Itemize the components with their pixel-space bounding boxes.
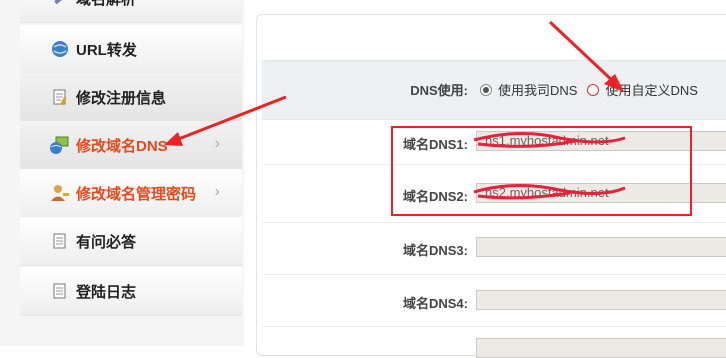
radio-custom-dns[interactable]: [587, 83, 600, 96]
radio-custom-dns-label[interactable]: 使用自定义DNS: [605, 80, 697, 99]
radio-system-dns-label[interactable]: 使用我司DNS: [498, 80, 577, 99]
dns3-input[interactable]: [476, 237, 726, 257]
row-divider: [262, 326, 726, 327]
row-divider: [262, 222, 726, 223]
sidebar-item-label: URL转发: [76, 41, 137, 59]
row-divider: [262, 164, 726, 165]
dns3-label: 域名DNS3:: [402, 243, 468, 258]
sidebar-item-label: 修改域名DNS: [76, 137, 168, 155]
document-edit-icon: [50, 87, 70, 107]
sidebar-item-label: 修改域名管理密码: [76, 185, 197, 203]
sidebar-item-faq[interactable]: 有问必答: [20, 217, 242, 266]
sidebar-item-label: 登陆日志: [76, 283, 137, 301]
sidebar-item-edit-registration[interactable]: 修改注册信息: [20, 73, 242, 122]
dns-mode-options: 使用我司DNS 使用自定义DNS: [480, 80, 698, 99]
row-divider: [262, 274, 726, 275]
sidebar: 域名解析 URL转发 修改注册信息 修改域名DNS › 修改域名管理密码 › 有…: [0, 0, 244, 346]
sidebar-item-label: 有问必答: [76, 233, 137, 251]
dns1-label: 域名DNS1:: [402, 137, 468, 152]
document-icon: [50, 281, 70, 301]
radio-system-dns[interactable]: [480, 83, 492, 96]
sidebar-item-label: 修改注册信息: [76, 89, 167, 107]
sidebar-item-label: 域名解析: [76, 0, 136, 9]
sidebar-item-url-forward[interactable]: URL转发: [20, 25, 242, 74]
dns2-label: 域名DNS2:: [402, 189, 468, 204]
dns1-input[interactable]: ns1.myhostadmin.net: [476, 131, 726, 151]
dns4-input[interactable]: [476, 290, 726, 310]
dns2-input[interactable]: ns2.myhostadmin.net: [476, 183, 726, 203]
sidebar-item-edit-password[interactable]: 修改域名管理密码 ›: [20, 169, 242, 218]
sidebar-item-login-log[interactable]: 登陆日志: [20, 267, 242, 316]
sidebar-item-dns-resolve[interactable]: 域名解析: [20, 0, 242, 23]
network-icon: [50, 135, 70, 155]
sidebar-item-edit-dns[interactable]: 修改域名DNS ›: [20, 121, 242, 170]
document-icon: [50, 231, 70, 251]
user-key-icon: [50, 183, 70, 203]
chevron-right-icon: ›: [214, 183, 220, 200]
dns-use-label: DNS使用:: [410, 83, 468, 98]
globe-icon: [50, 39, 70, 59]
dns4-label: 域名DNS4:: [402, 296, 468, 311]
dns5-input[interactable]: [476, 338, 726, 358]
chevron-right-icon: ›: [214, 135, 220, 152]
wrench-icon: [50, 0, 70, 8]
